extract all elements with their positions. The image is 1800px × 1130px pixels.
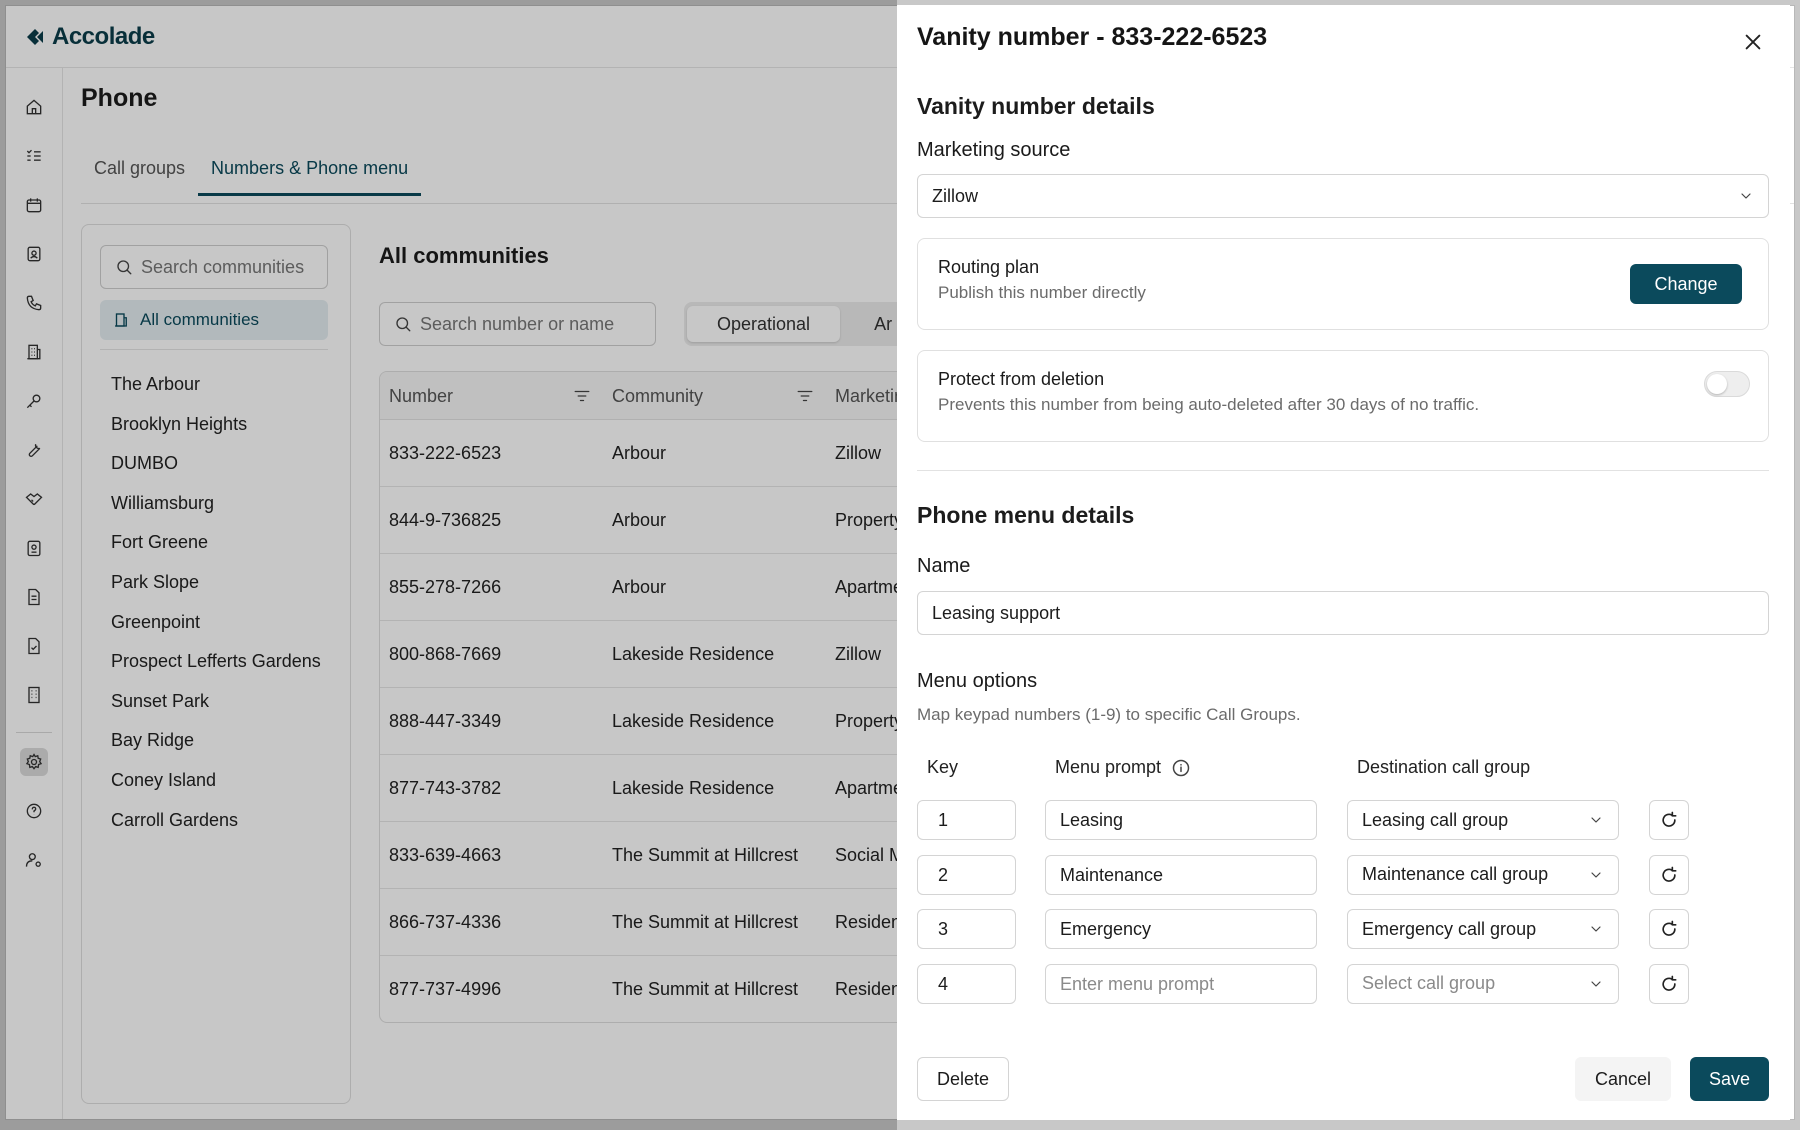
chevron-down-icon: [1591, 871, 1601, 878]
destination-call-group-select[interactable]: Select call group: [1347, 963, 1619, 1004]
menu-prompt-input[interactable]: Emergency: [1045, 909, 1317, 949]
details-heading: Vanity number details: [917, 93, 1155, 119]
menu-option-row: 4 Enter menu prompt Select call group: [917, 963, 1769, 1004]
chevron-down-icon: [1741, 193, 1751, 199]
name-label: Name: [917, 555, 971, 577]
close-button[interactable]: [1738, 27, 1768, 57]
col-prompt-label: Menu prompt: [1055, 757, 1162, 777]
chevron-down-icon: [1591, 980, 1601, 987]
marketing-source-value: Zillow: [932, 185, 979, 206]
destination-value: Leasing call group: [1362, 809, 1509, 830]
protect-card: Protect from deletion Prevents this numb…: [917, 350, 1769, 442]
menu-prompt-input[interactable]: Maintenance: [1045, 854, 1317, 895]
menu-prompt-input[interactable]: Enter menu prompt: [1045, 963, 1317, 1004]
close-icon: [1745, 34, 1761, 50]
refresh-icon: [1662, 811, 1677, 827]
key-input[interactable]: 2: [917, 854, 1016, 895]
destination-value: Emergency call group: [1362, 918, 1537, 939]
marketing-source-select[interactable]: Zillow: [917, 174, 1769, 218]
key-input[interactable]: 3: [917, 909, 1016, 949]
phone-menu-heading: Phone menu details: [917, 502, 1135, 528]
reset-button[interactable]: [1649, 909, 1689, 949]
vanity-number-drawer: Vanity number - 833-222-6523 Vanity numb…: [897, 5, 1790, 1120]
drawer-title: Vanity number - 833-222-6523: [917, 23, 1268, 51]
col-prompt-header: Menu prompt: [1055, 757, 1191, 778]
delete-button[interactable]: Delete: [917, 1057, 1009, 1101]
key-input[interactable]: 1: [917, 800, 1016, 840]
chevron-down-icon: [1591, 817, 1601, 823]
col-dest-label: Destination call group: [1357, 757, 1531, 777]
routing-plan-subtitle: Publish this number directly: [938, 283, 1146, 302]
destination-value: Maintenance call group: [1362, 864, 1549, 884]
col-dest-header: Destination call group: [1357, 757, 1530, 778]
menu-options-help: Map keypad numbers (1-9) to specific Cal…: [917, 705, 1301, 724]
cancel-button[interactable]: Cancel: [1575, 1057, 1671, 1101]
info-icon[interactable]: [1171, 758, 1191, 778]
protect-title: Protect from deletion: [938, 369, 1105, 389]
col-key-label: Key: [927, 757, 959, 777]
destination-call-group-select[interactable]: Leasing call group: [1347, 800, 1619, 840]
menu-option-row: 2 Maintenance Maintenance call group: [917, 854, 1769, 895]
change-button[interactable]: Change: [1630, 264, 1742, 304]
col-key-header: Key: [927, 757, 958, 778]
menu-prompt-input[interactable]: Leasing: [1045, 800, 1317, 840]
reset-button[interactable]: [1649, 800, 1689, 840]
destination-call-group-select[interactable]: Emergency call group: [1347, 909, 1619, 949]
refresh-icon: [1662, 920, 1677, 936]
menu-options-label: Menu options: [917, 670, 1038, 692]
reset-button[interactable]: [1649, 854, 1689, 895]
marketing-source-label: Marketing source: [917, 139, 1071, 161]
modal-overlay[interactable]: [0, 0, 897, 1130]
reset-button[interactable]: [1649, 963, 1689, 1004]
routing-plan-card: Routing plan Publish this number directl…: [917, 238, 1769, 330]
destination-call-group-select[interactable]: Maintenance call group: [1347, 854, 1619, 895]
name-input[interactable]: Leasing support: [917, 591, 1769, 635]
chevron-down-icon: [1591, 926, 1601, 932]
key-input[interactable]: 4: [917, 963, 1016, 1004]
protect-subtitle: Prevents this number from being auto-del…: [938, 395, 1480, 414]
menu-option-row: 1 Leasing Leasing call group: [917, 800, 1769, 840]
refresh-icon: [1662, 866, 1677, 882]
destination-value: Select call group: [1362, 973, 1496, 993]
protect-toggle[interactable]: [1704, 371, 1750, 397]
refresh-icon: [1662, 975, 1677, 991]
menu-option-row: 3 Emergency Emergency call group: [917, 909, 1769, 949]
routing-plan-title: Routing plan: [938, 257, 1040, 277]
save-button[interactable]: Save: [1690, 1057, 1769, 1101]
